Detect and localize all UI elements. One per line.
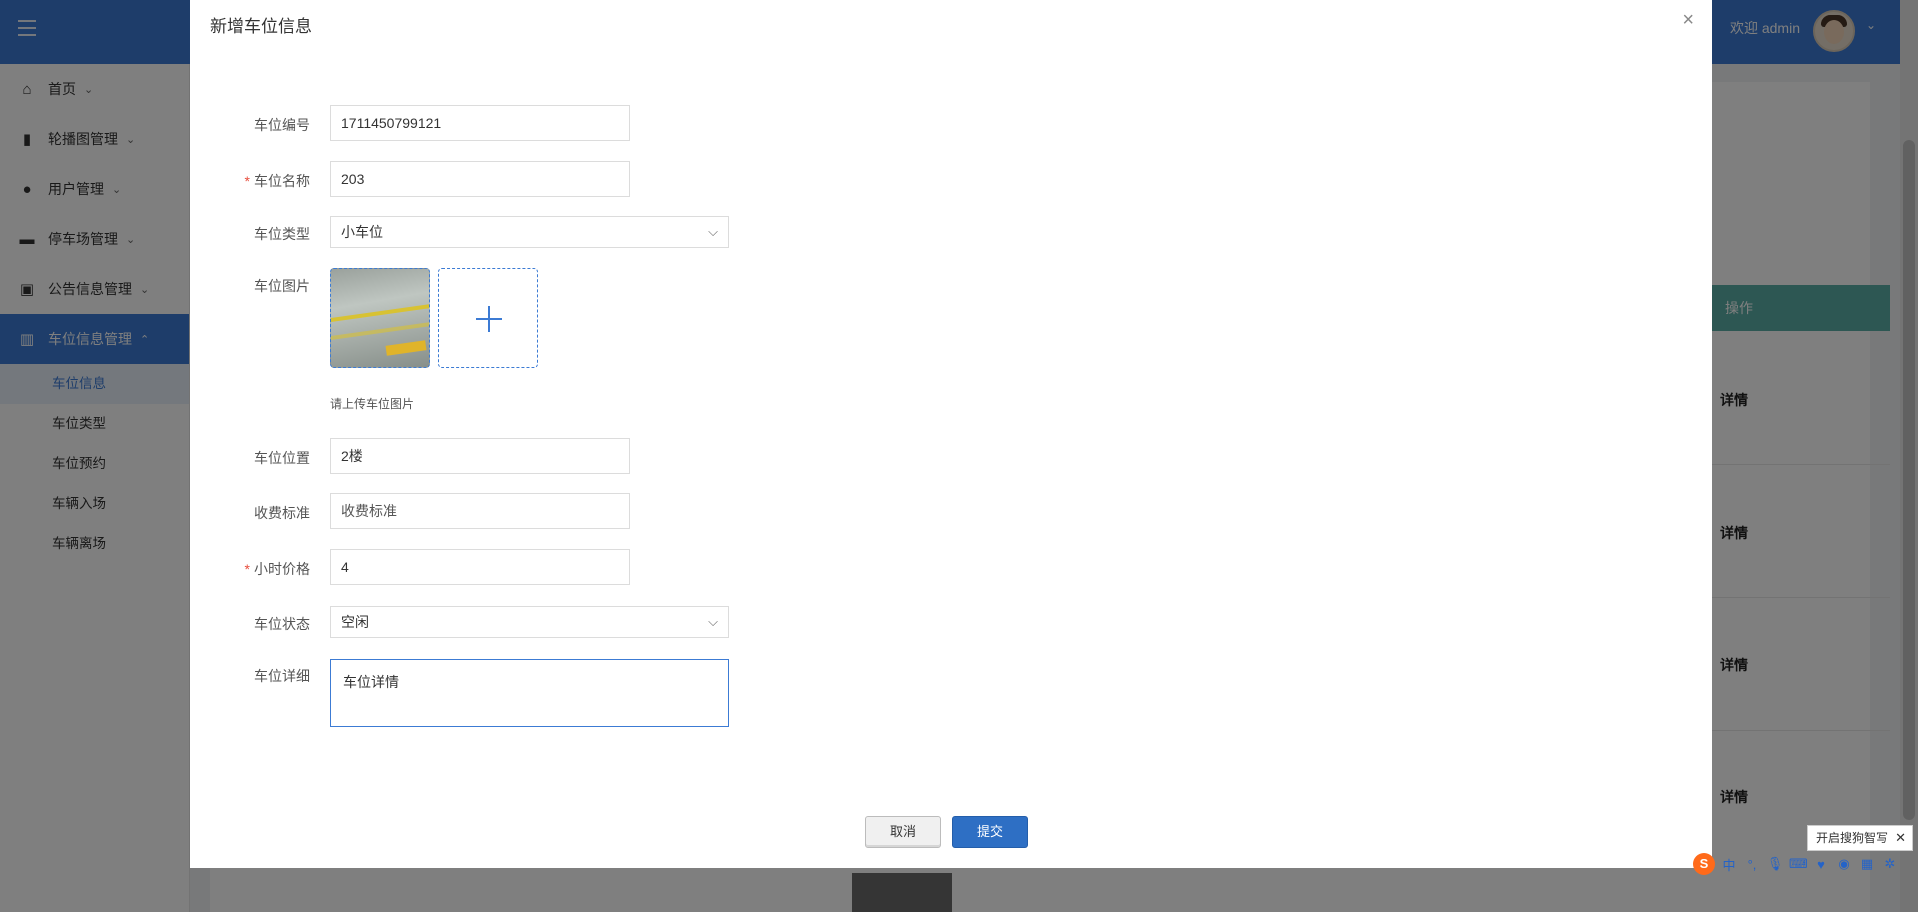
label-status: 车位状态 xyxy=(254,616,310,632)
status-select[interactable]: 空闲 ⌵ xyxy=(330,606,729,638)
uploaded-image[interactable] xyxy=(330,268,430,368)
label-type: 车位类型 xyxy=(254,226,310,242)
sogou-logo-icon[interactable]: S xyxy=(1693,853,1715,875)
required-mark: * xyxy=(244,561,250,577)
label-text: 车位名称 xyxy=(254,173,310,189)
label-fee: 收费标准 xyxy=(254,505,310,521)
ime-toolbar: S 中 °, 🎙 ⌨ ♥ ◉ ▦ ✲ xyxy=(1693,853,1918,875)
cancel-button[interactable]: 取消 xyxy=(865,816,941,848)
toolbox-icon[interactable]: ▦ xyxy=(1858,856,1876,872)
fee-field[interactable]: 收费标准 xyxy=(330,493,630,529)
keyboard-icon[interactable]: ⌨ xyxy=(1789,856,1808,872)
type-select[interactable]: 小车位 ⌵ xyxy=(330,216,729,248)
ime-tooltip-text: 开启搜狗智写 xyxy=(1816,831,1889,845)
plus-icon xyxy=(476,306,502,332)
name-field[interactable]: 203 xyxy=(330,161,630,197)
location-field[interactable]: 2楼 xyxy=(330,438,630,474)
chevron-down-icon: ⌵ xyxy=(708,224,718,239)
chevron-down-icon: ⌵ xyxy=(708,614,718,629)
selected-value: 空闲 xyxy=(341,614,369,630)
detail-textarea[interactable]: 车位详情 xyxy=(330,659,729,727)
settings-icon[interactable]: ✲ xyxy=(1881,856,1899,872)
label-name: * 车位名称 xyxy=(230,171,310,191)
upload-button[interactable] xyxy=(438,268,538,368)
dialog-title: 新增车位信息 xyxy=(210,17,312,36)
close-icon[interactable]: ✕ xyxy=(1895,826,1906,850)
label-text: 小时价格 xyxy=(254,561,310,577)
label-price: * 小时价格 xyxy=(230,559,310,579)
ime-language-toggle[interactable]: 中 xyxy=(1720,855,1738,874)
punctuation-icon[interactable]: °, xyxy=(1743,857,1761,872)
submit-button[interactable]: 提交 xyxy=(952,816,1028,848)
skin-icon[interactable]: ♥ xyxy=(1812,857,1830,872)
price-field[interactable]: 4 xyxy=(330,549,630,585)
required-mark: * xyxy=(244,173,250,189)
label-detail: 车位详细 xyxy=(254,668,310,684)
close-icon[interactable]: × xyxy=(1682,10,1694,30)
upload-hint: 请上传车位图片 xyxy=(330,397,415,411)
add-parking-space-dialog: 新增车位信息 × 车位编号 1711450799121 * 车位名称 203 车位… xyxy=(190,0,1712,868)
label-location: 车位位置 xyxy=(254,450,310,466)
selected-value: 小车位 xyxy=(341,224,383,240)
label-image: 车位图片 xyxy=(254,278,310,294)
gamepad-icon[interactable]: ◉ xyxy=(1835,856,1853,872)
ime-tooltip[interactable]: 开启搜狗智写 ✕ xyxy=(1807,825,1913,851)
label-code: 车位编号 xyxy=(254,117,310,133)
code-field[interactable]: 1711450799121 xyxy=(330,105,630,141)
microphone-icon[interactable]: 🎙 xyxy=(1766,856,1784,872)
